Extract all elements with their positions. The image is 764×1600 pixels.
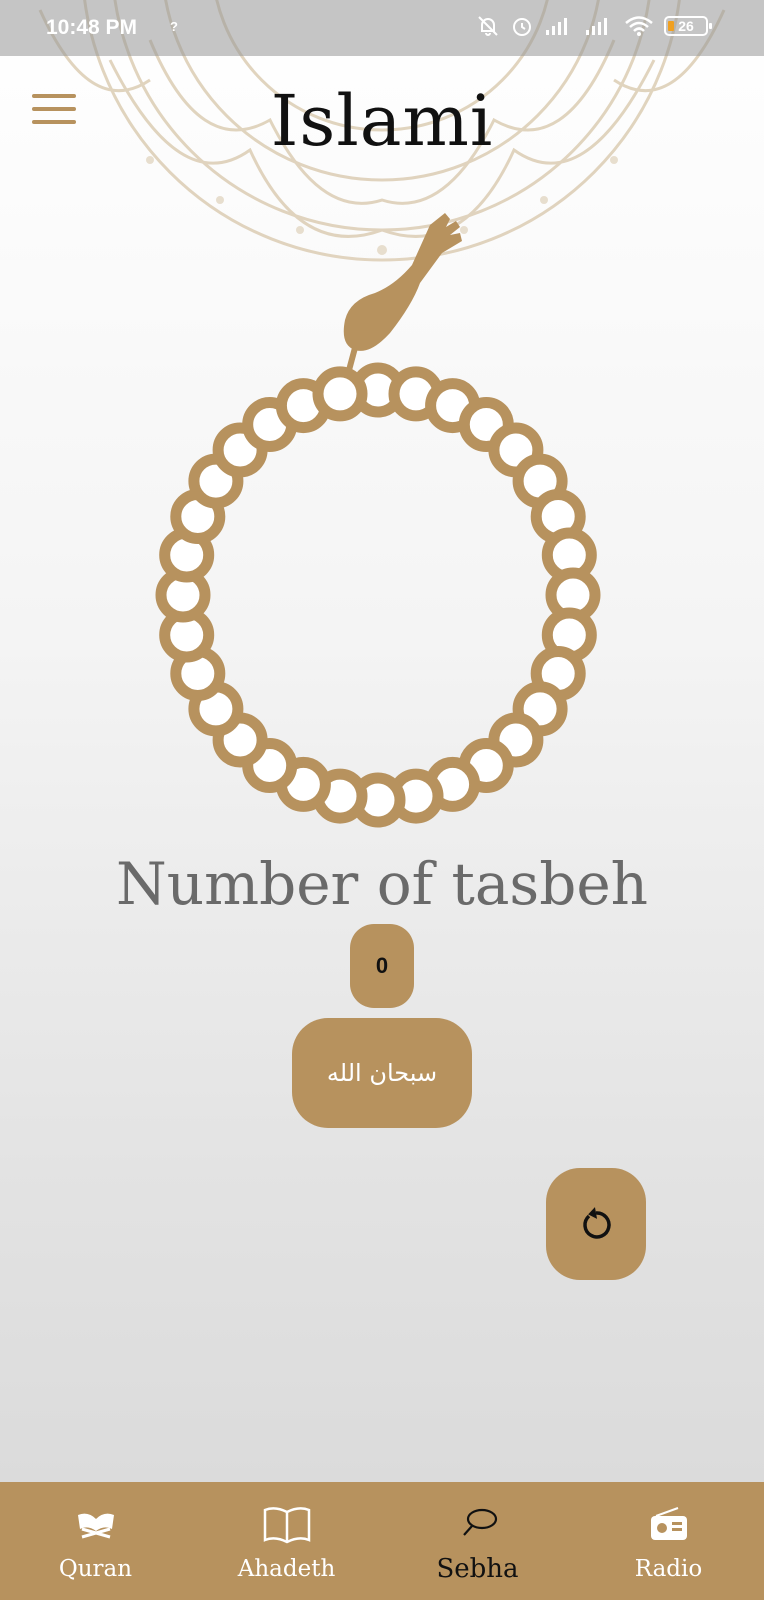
status-unknown-indicator: ? <box>170 19 178 34</box>
reset-button[interactable] <box>546 1168 646 1280</box>
reset-icon <box>583 1207 611 1239</box>
sebha-bead <box>312 366 368 422</box>
nav-item-sebha[interactable]: Sebha <box>382 1482 573 1600</box>
sebha-beads-image[interactable] <box>150 205 620 830</box>
zikr-button[interactable]: سبحان الله <box>292 1018 472 1128</box>
tasbeh-count-value: 0 <box>375 953 389 978</box>
signal-icon <box>586 18 607 35</box>
nav-item-radio[interactable]: Radio <box>573 1482 764 1600</box>
wifi-icon <box>625 16 653 36</box>
sebha-tassel-icon <box>343 213 462 374</box>
nav-label-ahadeth: Ahadeth <box>237 1556 336 1582</box>
signal-icon <box>546 18 567 35</box>
nav-item-quran[interactable]: Quran <box>0 1482 191 1600</box>
status-bar: 10:48 PM ? 26 <box>0 0 764 56</box>
battery-icon: 26 <box>664 16 712 36</box>
alarm-icon <box>513 18 531 36</box>
nav-label-quran: Quran <box>58 1556 133 1582</box>
mute-icon <box>478 16 498 36</box>
book-icon <box>261 1502 313 1546</box>
quran-icon <box>74 1502 118 1546</box>
nav-label-radio: Radio <box>634 1556 703 1582</box>
sebha-icon <box>458 1502 498 1546</box>
status-icons: 26 <box>476 14 712 38</box>
tasbeh-heading: Number of tasbeh <box>116 850 648 918</box>
radio-icon <box>648 1502 690 1546</box>
status-time: 10:48 PM <box>46 16 138 39</box>
bottom-nav: Quran Ahadeth Sebha Radio <box>0 1482 764 1600</box>
battery-level: 26 <box>678 18 694 34</box>
app-title: Islami <box>270 80 494 162</box>
tasbeh-counter: 0 <box>350 924 414 1008</box>
nav-label-sebha: Sebha <box>436 1554 519 1584</box>
nav-item-ahadeth[interactable]: Ahadeth <box>191 1482 382 1600</box>
